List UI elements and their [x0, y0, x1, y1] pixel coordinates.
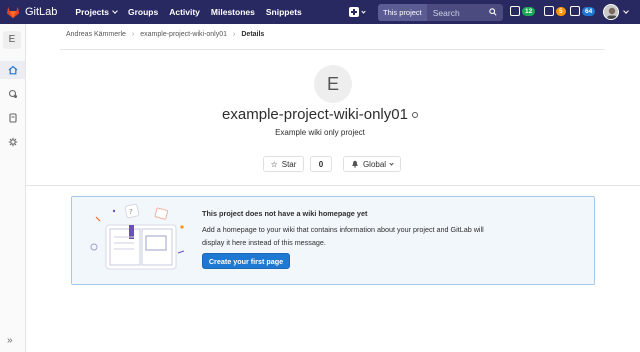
- breadcrumb: Andreas Kämmerle › example-project-wiki-…: [66, 31, 264, 38]
- empty-state-body: Add a homepage to your wiki that contain…: [202, 225, 484, 247]
- project-avatar-small[interactable]: E: [3, 31, 21, 49]
- notification-dropdown[interactable]: Global: [343, 156, 401, 172]
- nav-projects-label: Projects: [75, 7, 109, 17]
- issues-counter[interactable]: 12: [510, 6, 536, 16]
- user-avatar[interactable]: [603, 4, 619, 20]
- star-button[interactable]: ☆ Star: [263, 156, 304, 172]
- issues-icon: [8, 89, 17, 98]
- project-description: Example wiki only project: [275, 128, 365, 137]
- breadcrumb-owner[interactable]: Andreas Kämmerle: [66, 31, 126, 38]
- user-avatar-image: [604, 5, 618, 19]
- content-divider: [26, 185, 640, 186]
- chevron-down-icon: [389, 160, 394, 166]
- project-title: example-project-wiki-only01: [0, 106, 640, 123]
- nav-activity[interactable]: Activity: [169, 7, 200, 17]
- chevron-down-icon: [361, 8, 366, 14]
- nav-groups[interactable]: Groups: [128, 7, 158, 17]
- wiki-illustration-icon: ?: [90, 203, 185, 270]
- todos-counter[interactable]: 64: [570, 6, 596, 16]
- nav-activity-label: Activity: [169, 7, 200, 17]
- breadcrumb-separator: ›: [131, 31, 135, 38]
- issues-icon: [510, 6, 520, 16]
- star-label: Star: [281, 159, 297, 169]
- breadcrumb-separator: ›: [233, 31, 236, 38]
- breadcrumb-divider: [60, 49, 605, 50]
- search-icon: [489, 8, 497, 16]
- issues-count-badge: 12: [522, 6, 536, 16]
- wiki-empty-state: ? This project does not have a wiki home…: [71, 196, 595, 285]
- empty-state-title: This project does not have a wiki homepa…: [202, 209, 368, 218]
- todo-count-badge: 64: [582, 6, 596, 16]
- brand-name: GitLab: [25, 6, 58, 18]
- search-scope-badge[interactable]: This project: [378, 4, 427, 21]
- todo-icon: [570, 6, 580, 16]
- new-item-dropdown[interactable]: [349, 5, 369, 19]
- main-nav: Projects Groups Activity Milestones Snip…: [75, 7, 312, 17]
- bell-icon: [352, 160, 358, 168]
- collapse-sidebar-button[interactable]: »: [7, 335, 13, 346]
- star-icon: ☆: [270, 159, 278, 169]
- search-input[interactable]: [432, 7, 493, 18]
- gitlab-logo[interactable]: GitLab: [6, 5, 57, 19]
- project-avatar: E: [314, 65, 352, 103]
- search-bar: This project: [378, 4, 503, 21]
- nav-snippets[interactable]: Snippets: [266, 7, 302, 17]
- breadcrumb-current[interactable]: Details: [241, 31, 264, 38]
- nav-projects[interactable]: Projects: [75, 7, 118, 17]
- star-count[interactable]: 0: [310, 156, 332, 172]
- home-icon: [8, 65, 17, 75]
- nav-milestones-label: Milestones: [210, 7, 255, 17]
- breadcrumb-project[interactable]: example-project-wiki-only01: [140, 31, 227, 38]
- mr-count-badge: 5: [556, 6, 566, 16]
- project-name: example-project-wiki-only01: [222, 106, 408, 123]
- visibility-icon: [411, 112, 418, 119]
- plus-icon: [349, 7, 359, 17]
- settings-icon: [8, 137, 17, 147]
- sidebar-item-project[interactable]: [0, 61, 25, 79]
- nav-groups-label: Groups: [127, 7, 159, 17]
- nav-snippets-label: Snippets: [265, 7, 302, 17]
- chevron-down-icon: [112, 8, 118, 14]
- create-first-page-button[interactable]: Create your first page: [202, 253, 290, 269]
- project-sidebar: E »: [0, 24, 26, 352]
- sidebar-item-issues[interactable]: [0, 85, 25, 103]
- merge-requests-counter[interactable]: 5: [544, 6, 566, 16]
- nav-milestones[interactable]: Milestones: [211, 7, 255, 17]
- gitlab-tanuki-icon: [6, 6, 20, 19]
- chevron-down-icon[interactable]: [623, 8, 629, 14]
- merge-request-icon: [544, 6, 554, 16]
- notification-label: Global: [362, 159, 387, 169]
- svg-text:?: ?: [129, 208, 133, 216]
- top-navbar: GitLab Projects Groups Activity Mileston…: [0, 0, 640, 24]
